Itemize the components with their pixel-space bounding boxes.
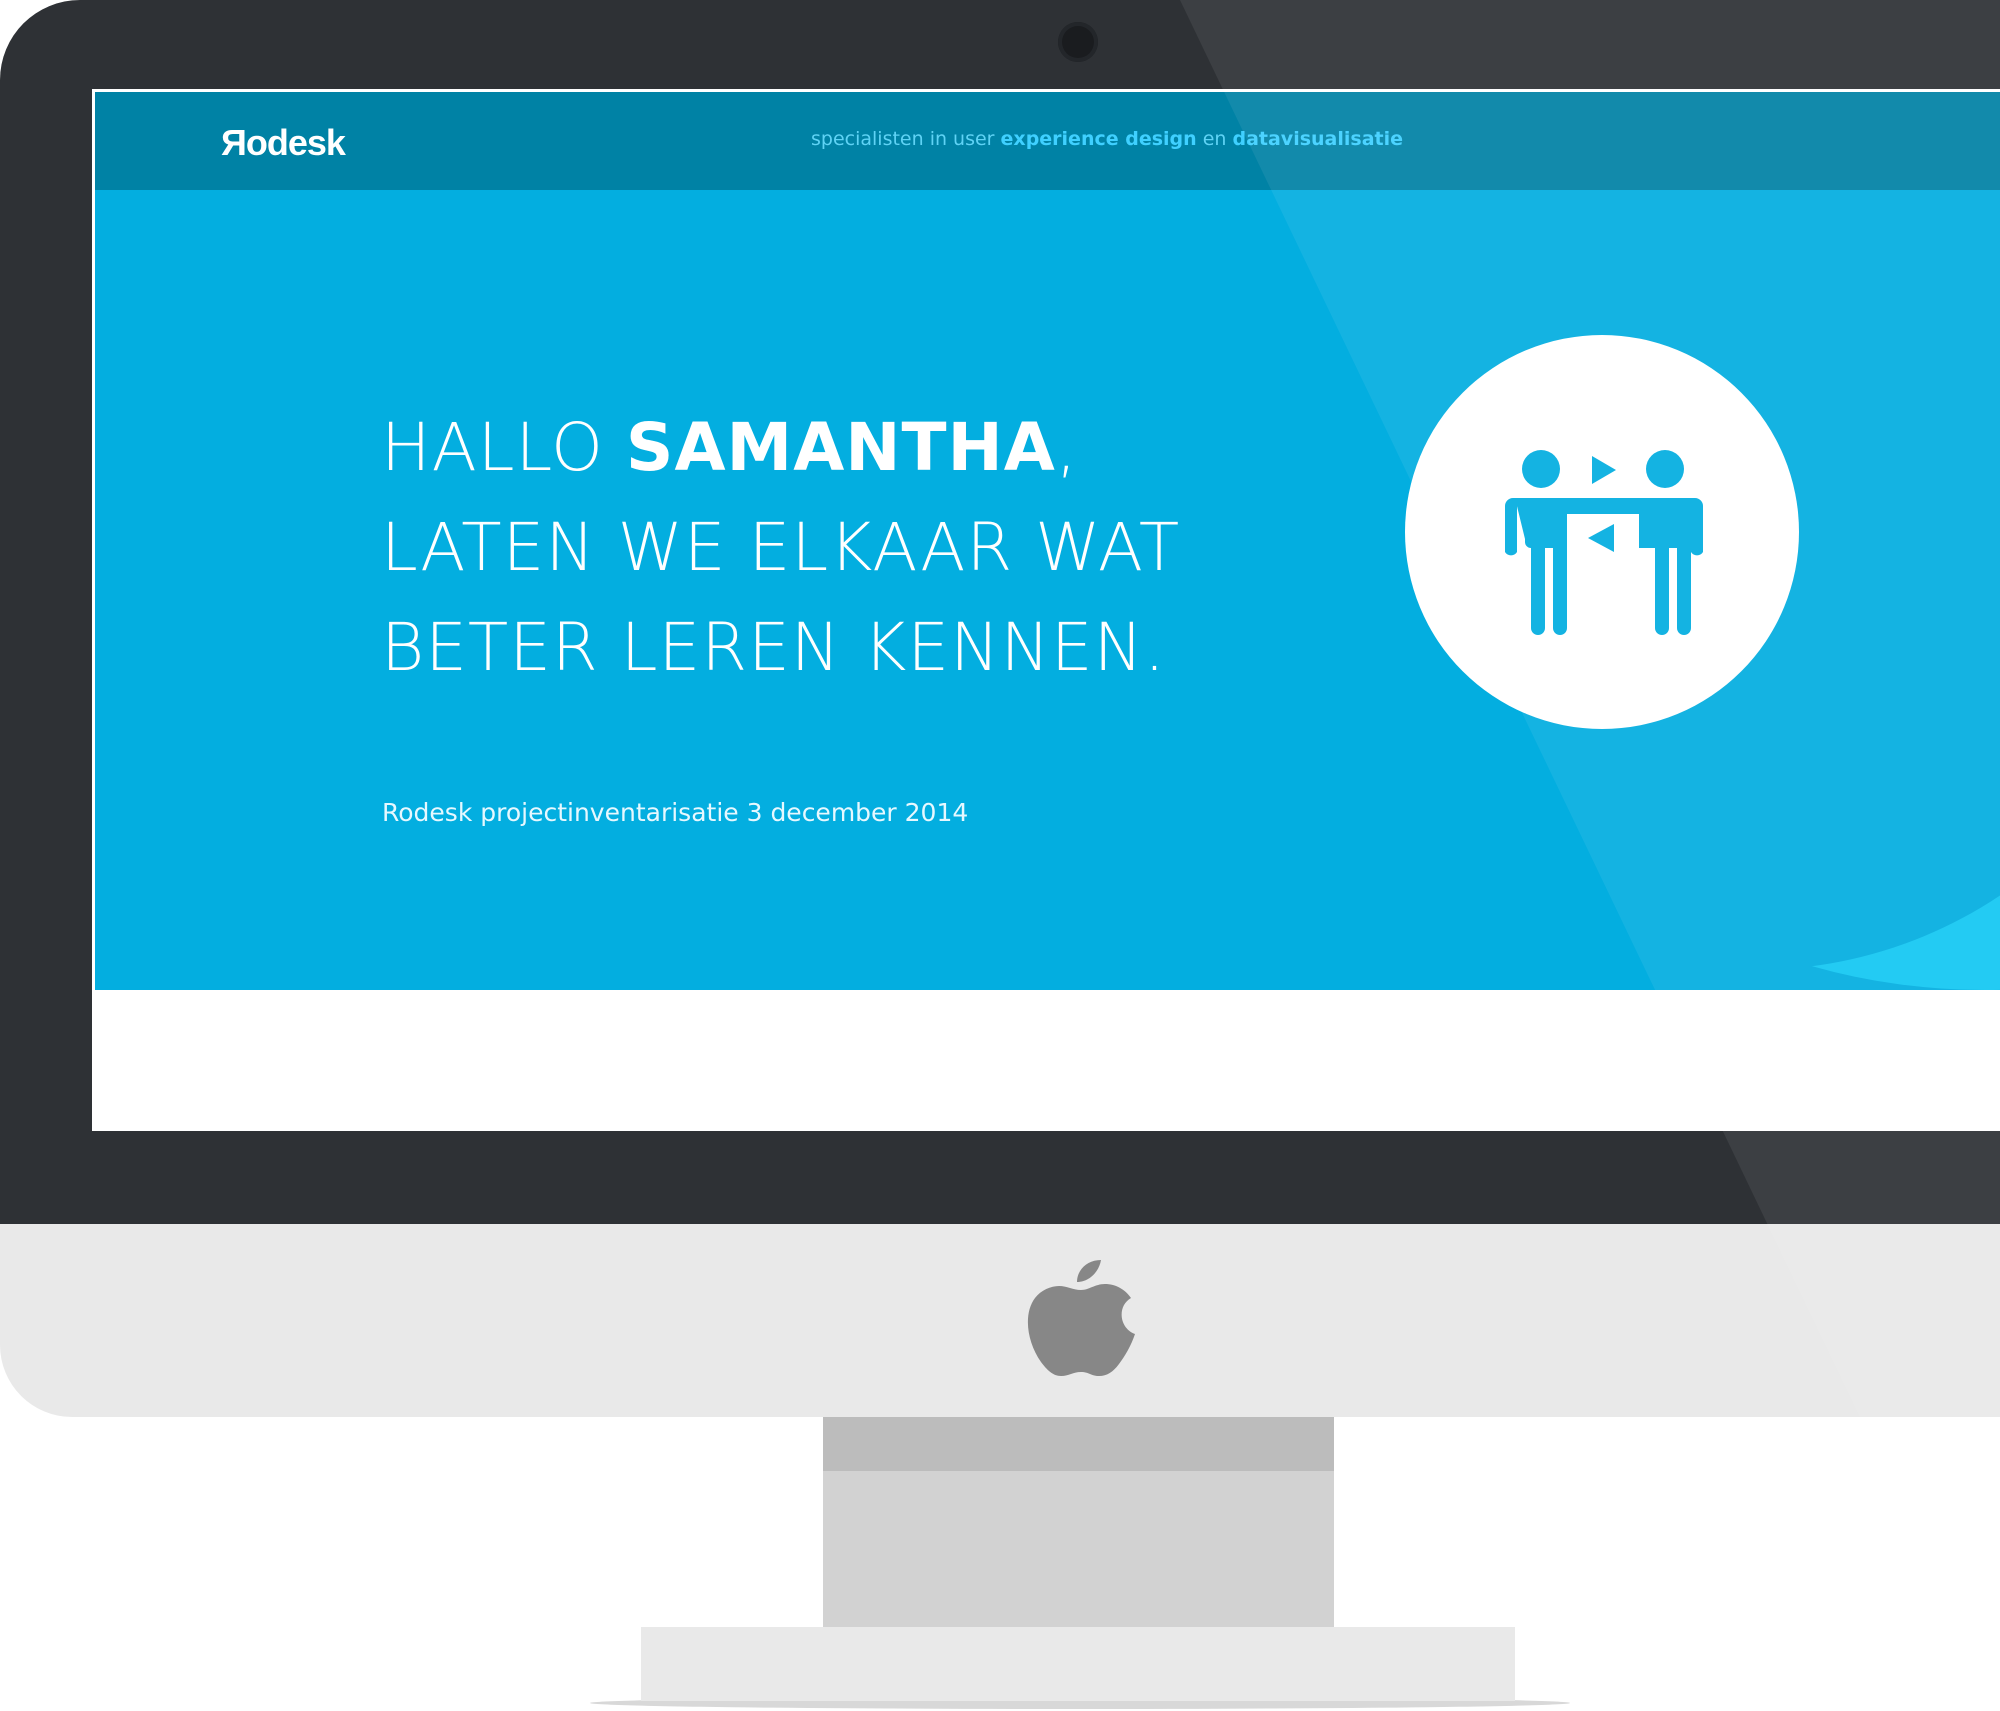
- site-tagline: specialisten in user experience design e…: [811, 128, 1403, 150]
- imac-mockup: Яodesk specialisten in user experience d…: [0, 0, 2000, 1711]
- camera-icon: [1058, 22, 1098, 62]
- site-header: Яodesk specialisten in user experience d…: [95, 92, 2000, 190]
- stand-neck-shadow: [823, 1417, 1334, 1471]
- hero-headline: HALLO SAMANTHA, LATEN WE ELKAAR WAT BETE…: [381, 398, 1180, 698]
- stand-base: [641, 1627, 1515, 1701]
- monitor-chin: [0, 1224, 2000, 1417]
- content-area: [95, 990, 2000, 1128]
- headline-name: SAMANTHA: [625, 409, 1056, 486]
- brand-logo[interactable]: Яodesk: [221, 122, 346, 164]
- headline-line-3: BETER LEREN KENNEN.: [381, 609, 1166, 686]
- apple-icon: [1027, 1260, 1135, 1376]
- tagline-highlight-ux: experience design: [1000, 128, 1197, 150]
- headline-line-1: HALLO SAMANTHA,: [381, 398, 1180, 498]
- tagline-text: en: [1196, 128, 1233, 150]
- headline-greeting: HALLO: [381, 409, 626, 486]
- headline-comma: ,: [1055, 409, 1078, 486]
- two-people-meeting-icon: [1505, 450, 1703, 635]
- screen: Яodesk specialisten in user experience d…: [92, 89, 2000, 1131]
- tagline-highlight-dataviz: datavisualisatie: [1232, 128, 1404, 150]
- tagline-text: specialisten in user: [811, 128, 1001, 150]
- headline-line-2: LATEN WE ELKAAR WAT: [381, 509, 1181, 586]
- hero-section: HALLO SAMANTHA, LATEN WE ELKAAR WAT BETE…: [95, 190, 2000, 990]
- hero-subtitle: Rodesk projectinventarisatie 3 december …: [382, 798, 969, 827]
